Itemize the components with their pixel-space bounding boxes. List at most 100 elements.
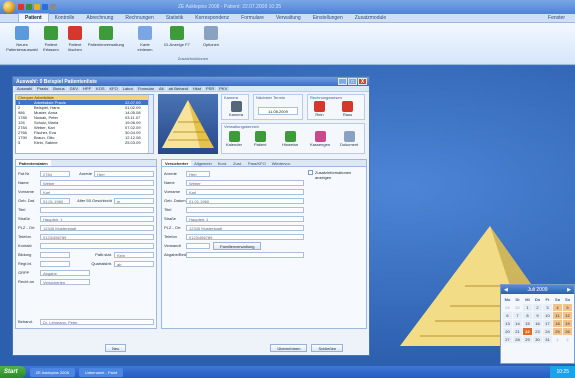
tab-korrespondenz[interactable]: Korrespondenz [189, 14, 235, 22]
filter-tab[interactable]: KFO [107, 86, 120, 91]
patient-number-field[interactable]: 2784 [40, 170, 70, 177]
insurance-button[interactable]: Kassengen [310, 131, 330, 147]
calendar-button[interactable]: Kalender [226, 131, 242, 147]
filter-tab[interactable]: PSR [204, 86, 217, 91]
list-scrollbar[interactable] [148, 95, 153, 153]
tab-wiedervor[interactable]: Wiedervor. [269, 160, 294, 166]
calendar-day[interactable]: 16 [533, 320, 542, 327]
options-button[interactable]: Optionen [200, 26, 222, 47]
birthdate-field[interactable]: 01.01.1960 [40, 197, 70, 204]
patient-info-button[interactable]: Patient [254, 131, 266, 147]
gender-select[interactable]: m [114, 197, 154, 204]
ins-title-field[interactable] [186, 206, 304, 213]
ins-salutation-select[interactable]: Herr [186, 170, 210, 177]
new-button[interactable]: Neu [105, 343, 127, 352]
calendar-day[interactable]: 29 [523, 336, 532, 343]
calendar-day[interactable]: 17 [543, 320, 552, 327]
raus-button[interactable]: Raus [342, 101, 353, 117]
calendar-day[interactable]: 13 [503, 320, 512, 327]
ins-name-field[interactable]: Weber [186, 179, 304, 186]
tab-rechnungen[interactable]: Rechnungen [119, 14, 159, 22]
calendar-day[interactable]: 19 [563, 320, 572, 327]
ins-firstname-field[interactable]: Karl [186, 188, 304, 195]
family-management-button[interactable]: Familienverwaltung [213, 241, 262, 250]
tab-allgemein[interactable]: Allgemein [191, 160, 215, 166]
filter-tab[interactable]: Praxis [35, 86, 51, 91]
calendar-day[interactable]: 7 [513, 312, 522, 319]
tab-zust[interactable]: Zust. [230, 160, 245, 166]
quick-access-icon[interactable] [42, 4, 48, 10]
calendar-day[interactable]: 10 [543, 312, 552, 319]
grpp-select[interactable]: Abgabe [40, 269, 90, 276]
calendar-day[interactable]: 26 [563, 328, 572, 335]
quick-access-icon[interactable] [18, 4, 24, 10]
filter-tab[interactable]: GKV [67, 86, 81, 91]
patient-list[interactable]: Chequer Arbeitsliste 1 Arbeitsliste Praxi… [15, 94, 154, 154]
contact-field[interactable] [40, 242, 154, 249]
ins-zip-city-field[interactable]: 12345 Musterstadt [186, 224, 304, 231]
tab-patient-data[interactable]: Patientendaten [16, 160, 51, 166]
calendar-day[interactable]: 9 [533, 312, 542, 319]
calendar-day[interactable]: 2 [563, 336, 572, 343]
calendar-day[interactable]: 8 [523, 312, 532, 319]
ins-street-field[interactable]: Hauptstr. 1 [186, 215, 304, 222]
calendar-day[interactable]: 23 [533, 328, 542, 335]
tab-verwaltung[interactable]: Verwaltung [270, 14, 307, 22]
taskbar-item[interactable]: Unbenannt - Paint [78, 367, 124, 377]
camera-button[interactable]: Kamera [229, 101, 243, 117]
calendar-day[interactable]: 24 [543, 328, 552, 335]
quick-access-icon[interactable] [34, 4, 40, 10]
title-field[interactable] [40, 206, 154, 213]
zip-city-field[interactable]: 12345 Musterstadt [40, 224, 154, 231]
id-display-button[interactable]: ID-Anzeige F7 [164, 26, 190, 47]
reg-field[interactable] [40, 260, 70, 267]
calendar-day[interactable]: 5 [563, 304, 572, 311]
tab-abrechnung[interactable]: Abrechnung [80, 14, 119, 22]
name-field[interactable]: Weber [40, 179, 154, 186]
calendar-day[interactable]: 6 [503, 312, 512, 319]
list-item[interactable]: 5 Klein, Sabine 25.03.09 [16, 140, 153, 145]
filter-tab[interactable]: Formular [135, 86, 156, 91]
filter-tab[interactable]: ab Behand [166, 86, 191, 91]
education-field[interactable] [40, 251, 70, 258]
taskbar-item[interactable]: ZE Asklepios 2008 [29, 367, 75, 377]
quarter-select[interactable]: ab [114, 260, 154, 267]
filter-tab[interactable]: Alt [156, 86, 166, 91]
calendar-day[interactable]: 20 [503, 328, 512, 335]
invoice-to-select[interactable]: Versicherten [40, 278, 90, 285]
quick-access-icon[interactable] [50, 4, 56, 10]
tab-statistik[interactable]: Statistik [160, 14, 190, 22]
add-patient-button[interactable]: Patient Erfassen [40, 26, 62, 52]
quick-access-icon[interactable] [26, 4, 32, 10]
calendar-day[interactable]: 31 [543, 336, 552, 343]
ins-phone-field[interactable]: 0123/456789 [186, 233, 304, 240]
calendar-day[interactable]: 27 [503, 336, 512, 343]
next-month-icon[interactable]: ▶ [567, 287, 571, 293]
filter-tab[interactable]: HPF [81, 86, 94, 91]
maximize-button[interactable]: □ [348, 78, 357, 85]
calendar-day[interactable]: 18 [553, 320, 562, 327]
prev-month-icon[interactable]: ◀ [504, 287, 508, 293]
calendar-day[interactable]: 25 [553, 328, 562, 335]
relation-select[interactable] [186, 242, 210, 249]
phone-field[interactable]: 0123/456789 [40, 233, 154, 240]
ins-birthdate-field[interactable]: 01.01.1960 [186, 197, 304, 204]
delete-patient-button[interactable]: Patient löschen [64, 26, 86, 52]
tab-versicherter[interactable]: Versicherter [162, 160, 192, 166]
tab-patient[interactable]: Patient [18, 13, 49, 22]
tab-kontrolle[interactable]: Kontrolle [49, 14, 81, 22]
apply-button[interactable]: Übernehmen [270, 343, 308, 352]
filter-tab[interactable]: Labor [120, 86, 135, 91]
tab-formulare[interactable]: Formulare [235, 14, 270, 22]
rein-button[interactable]: Rein [314, 101, 325, 117]
app-orb-button[interactable] [3, 1, 15, 13]
calendar-day[interactable]: 15 [523, 320, 532, 327]
street-field[interactable]: Hauptstr. 1 [40, 215, 154, 222]
status-select[interactable]: Kein [114, 251, 154, 258]
notes-button[interactable]: Hinweise [282, 131, 298, 147]
new-patient-selection-button[interactable]: Neues Patientenauswahl [6, 26, 38, 52]
calendar-day[interactable]: 14 [513, 320, 522, 327]
calendar-day[interactable]: 22 [523, 328, 532, 335]
tab-para-kfo[interactable]: Para/KFO [245, 160, 269, 166]
calendar-day[interactable]: 30 [513, 304, 522, 311]
